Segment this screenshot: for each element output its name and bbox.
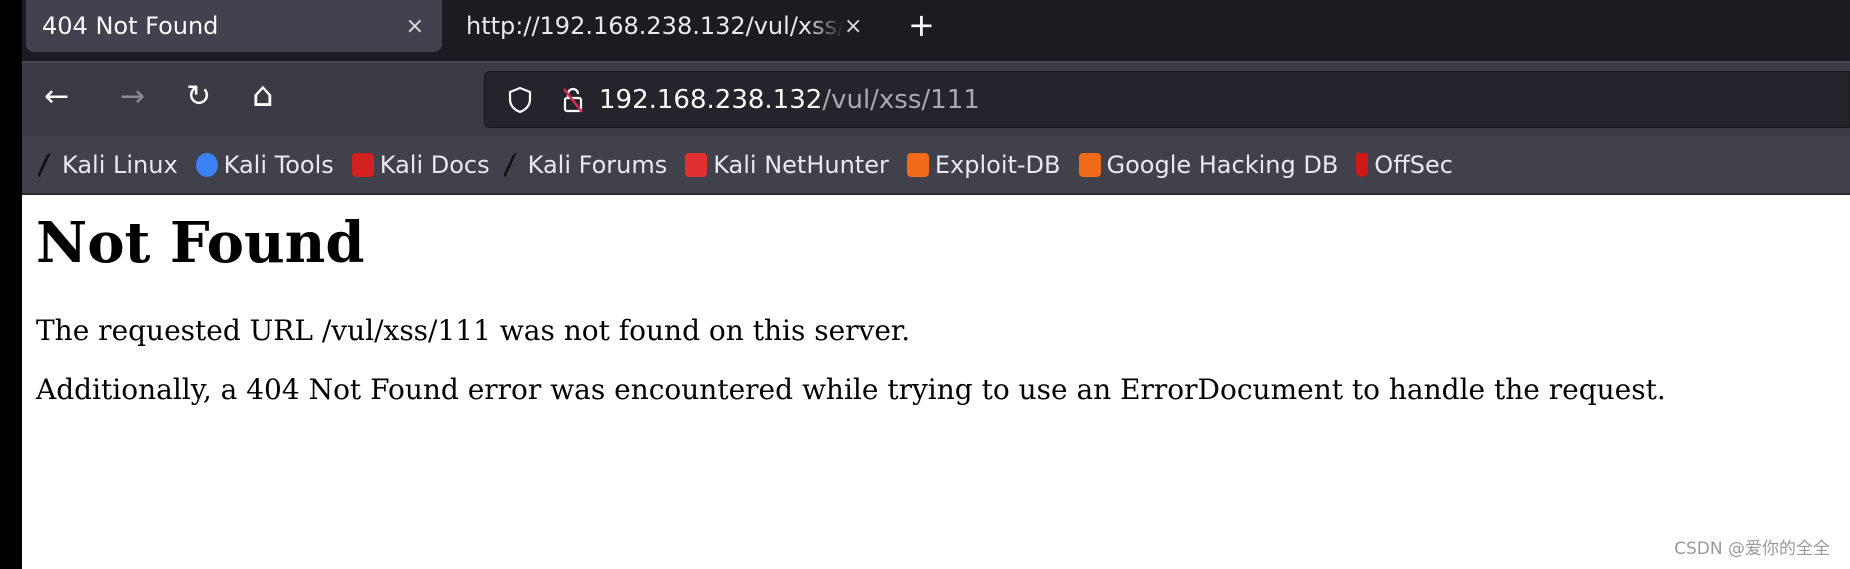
reload-icon[interactable]: ↻ xyxy=(186,79,211,114)
forward-icon[interactable]: → xyxy=(120,79,145,114)
url-bar[interactable]: 192.168.238.132/vul/xss/111 xyxy=(484,71,1850,128)
bookmark-google-hacking-db[interactable]: Google Hacking DB xyxy=(1078,150,1339,179)
bookmark-label: Exploit-DB xyxy=(934,150,1061,179)
url-text[interactable]: 192.168.238.132/vul/xss/111 xyxy=(599,85,980,115)
bookmark-label: Kali Linux xyxy=(62,150,178,179)
back-icon[interactable]: ← xyxy=(44,79,69,114)
nethunter-icon xyxy=(685,152,708,177)
bookmarks-bar: Kali Linux Kali Tools Kali Docs Kali Forums… xyxy=(22,136,1850,195)
kali-dragon-icon xyxy=(36,152,62,177)
shield-icon[interactable] xyxy=(507,86,533,114)
tab-url[interactable]: http://192.168.238.132/vul/xss/111× xyxy=(464,0,884,52)
kali-docs-icon xyxy=(351,152,374,177)
left-strip xyxy=(0,0,22,569)
page-content: Not Found The requested URL /vul/xss/111… xyxy=(36,210,1666,432)
url-host: 192.168.238.132 xyxy=(599,84,823,115)
bookmark-label: Kali Docs xyxy=(379,150,490,179)
tab-bar: 404 Not Found × http://192.168.238.132/vu… xyxy=(22,0,1850,61)
ghdb-icon xyxy=(1078,152,1101,177)
tab-title: 404 Not Found xyxy=(42,12,219,40)
bookmark-label: OffSec xyxy=(1374,150,1453,179)
kali-forums-icon xyxy=(502,152,528,177)
tab-title: http://192.168.238.132/vul/xss/111 xyxy=(466,12,844,40)
bookmark-exploit-db[interactable]: Exploit-DB xyxy=(906,150,1061,179)
nav-toolbar: ← → ↻ ⌂ 192.168.238.132/vul/xss/111 xyxy=(22,61,1850,136)
bookmark-label: Kali Tools xyxy=(223,150,334,179)
bookmark-kali-docs[interactable]: Kali Docs xyxy=(351,150,490,179)
bookmark-label: Kali Forums xyxy=(527,150,668,179)
page-title: Not Found xyxy=(36,210,365,276)
bookmark-label: Google Hacking DB xyxy=(1106,150,1339,179)
url-path: /vul/xss/111 xyxy=(822,84,980,115)
bookmark-offsec[interactable]: OffSec xyxy=(1356,151,1453,179)
bookmark-kali-forums[interactable]: Kali Forums xyxy=(502,150,668,179)
watermark: CSDN @爱你的全全 xyxy=(1674,539,1830,559)
new-tab-button[interactable]: + xyxy=(908,6,935,44)
error-message: The requested URL /vul/xss/111 was not f… xyxy=(36,314,911,347)
insecure-lock-icon[interactable] xyxy=(561,86,585,114)
exploit-db-icon xyxy=(906,152,929,177)
home-icon[interactable]: ⌂ xyxy=(252,75,274,115)
bookmark-label: Kali NetHunter xyxy=(713,150,889,179)
close-icon[interactable]: × xyxy=(844,14,862,39)
close-icon[interactable]: × xyxy=(406,14,424,39)
tab-404[interactable]: 404 Not Found × xyxy=(26,0,442,52)
bookmark-kali-linux[interactable]: Kali Linux xyxy=(36,150,178,179)
error-detail: Additionally, a 404 Not Found error was … xyxy=(36,373,1666,406)
bookmark-kali-nethunter[interactable]: Kali NetHunter xyxy=(685,151,889,179)
kali-tools-icon xyxy=(195,152,218,177)
bookmark-kali-tools[interactable]: Kali Tools xyxy=(195,150,334,179)
offsec-icon xyxy=(1356,152,1369,177)
